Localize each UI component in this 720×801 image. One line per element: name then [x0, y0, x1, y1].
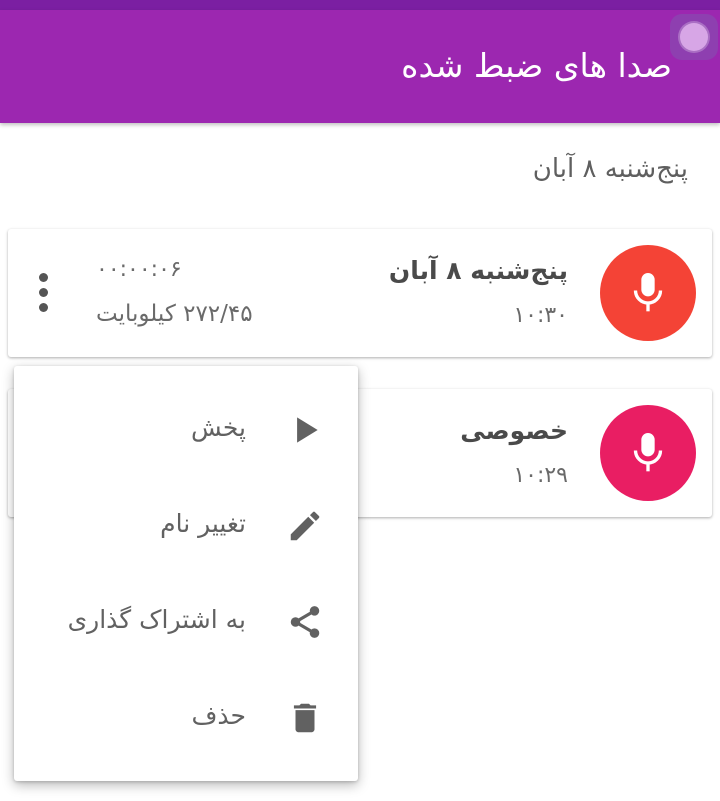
menu-item-label: پخش — [191, 413, 246, 442]
more-options-button[interactable] — [30, 271, 58, 315]
more-vert-icon — [39, 273, 48, 282]
app-bar: صدا های ضبط شده — [0, 10, 720, 123]
menu-item-label: حذف — [191, 701, 247, 730]
menu-item-delete[interactable]: حذف — [14, 670, 358, 766]
menu-item-share[interactable]: به اشتراک گذاری — [14, 574, 358, 670]
status-bar — [0, 0, 720, 10]
more-vert-icon-dot — [39, 288, 48, 297]
menu-item-play[interactable]: پخش — [14, 382, 358, 478]
recording-list-item[interactable]: پنج‌شنبه ۸ آبان ۱۰:۳۰ ۰۰:۰۰:۰۶ ۲۷۲/۴۵ کی… — [8, 229, 712, 357]
menu-item-label: به اشتراک گذاری — [67, 605, 246, 634]
play-icon — [297, 417, 318, 443]
mic-icon — [633, 273, 663, 312]
bubble-icon — [680, 23, 708, 51]
recording-avatar — [600, 405, 696, 501]
mic-icon — [633, 433, 663, 472]
recording-title: پنج‌شنبه ۸ آبان — [388, 256, 568, 285]
menu-item-label: تغییر نام — [160, 509, 246, 538]
recording-title: خصوصی — [460, 416, 568, 445]
recording-size: ۲۷۲/۴۵ کیلوبایت — [96, 301, 253, 327]
floating-bubble-button[interactable] — [670, 14, 718, 60]
share-icon — [290, 606, 320, 638]
pencil-icon — [290, 511, 320, 541]
more-vert-icon-dot — [39, 303, 48, 312]
options-popup-menu: پخش تغییر نام به اشتراک گذاری حذف — [14, 366, 358, 781]
recording-time: ۱۰:۳۰ — [513, 303, 568, 328]
page-title: صدا های ضبط شده — [401, 46, 672, 85]
recording-avatar — [600, 245, 696, 341]
recording-time: ۱۰:۲۹ — [513, 463, 568, 488]
recording-duration: ۰۰:۰۰:۰۶ — [96, 257, 182, 282]
trash-icon — [293, 703, 317, 733]
date-section-header: پنج‌شنبه ۸ آبان — [532, 154, 688, 184]
menu-item-rename[interactable]: تغییر نام — [14, 478, 358, 574]
